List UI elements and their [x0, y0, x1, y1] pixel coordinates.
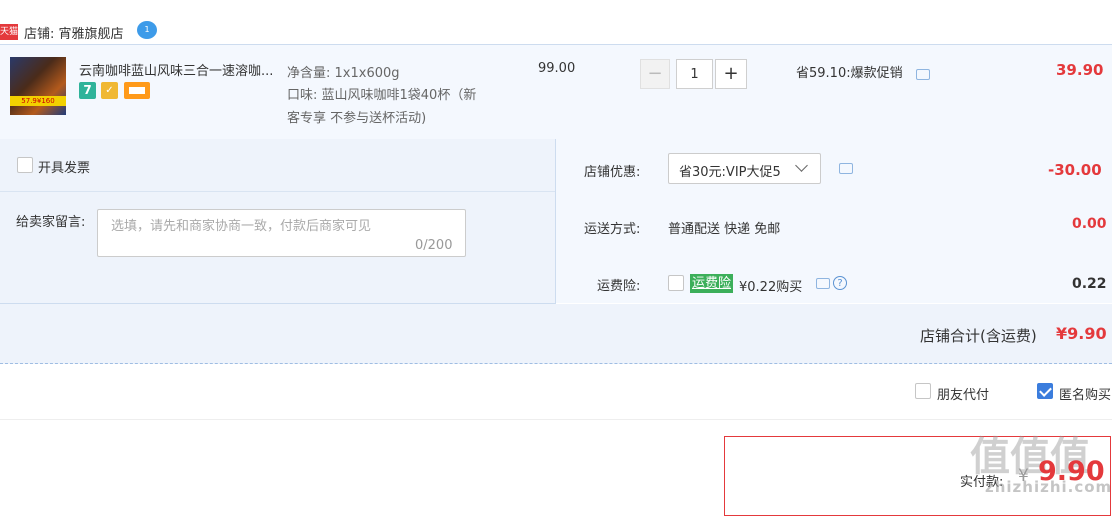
- memo-char-counter: 0/200: [415, 238, 453, 253]
- credit-card-icon: [124, 82, 150, 99]
- shop-coupon-value: -30.00: [1048, 161, 1102, 179]
- shipping-label: 运送方式:: [584, 222, 641, 237]
- promotion-text: 省59.10:爆款促销: [796, 66, 903, 81]
- seller-memo-placeholder: 选填，请先和商家协商一致，付款后商家可见: [111, 219, 372, 234]
- coupon-comment-icon[interactable]: [839, 163, 853, 174]
- shipping-method: 普通配送 快递 免邮: [668, 222, 781, 237]
- friend-pay-checkbox[interactable]: [915, 383, 931, 399]
- sku-flavor-line1: 口味: 蓝山风味咖啡1袋40杯（新: [287, 88, 477, 103]
- shop-coupon-label: 店铺优惠:: [584, 165, 641, 180]
- product-title-link[interactable]: 云南咖啡蓝山风味三合一速溶咖...: [79, 60, 281, 79]
- product-thumbnail[interactable]: [10, 57, 66, 115]
- watermark-url: zhizhizhi.com: [985, 478, 1113, 496]
- anonymous-label[interactable]: 匿名购买: [1059, 384, 1112, 403]
- divider: [0, 191, 555, 192]
- thumbnail-price-badge: 57.9¥160: [10, 96, 66, 106]
- shop-total-label: 店铺合计(含运费): [920, 327, 1037, 345]
- shop-coupon-selected[interactable]: 省30元:VIP大促5: [679, 161, 781, 180]
- insurance-price: ¥0.22购买: [739, 280, 803, 295]
- anonymous-checkbox[interactable]: [1037, 383, 1053, 399]
- invoice-checkbox[interactable]: [17, 157, 33, 173]
- tmall-logo: 天猫: [0, 24, 18, 40]
- unit-price: 99.00: [538, 61, 576, 76]
- insurance-badge[interactable]: 运费险: [690, 274, 734, 293]
- guarantee-icon: ✓: [101, 82, 118, 99]
- promo-comment-icon[interactable]: [916, 69, 930, 80]
- help-icon[interactable]: ?: [833, 276, 847, 290]
- quantity-input[interactable]: [676, 59, 713, 89]
- insurance-comment-icon[interactable]: [816, 278, 830, 289]
- insurance-fee: 0.22: [1072, 276, 1107, 292]
- shop-total-value: ¥9.90: [1056, 324, 1107, 343]
- insurance-label: 运费险:: [597, 279, 641, 294]
- seller-memo-label: 给卖家留言:: [16, 215, 86, 230]
- invoice-label[interactable]: 开具发票: [38, 157, 90, 176]
- seven-day-return-icon: 7: [79, 82, 96, 99]
- chat-bubble-icon[interactable]: 1: [137, 21, 157, 39]
- sku-flavor-line2: 客专享 不参与送杯活动): [287, 111, 427, 126]
- quantity-decrease-button[interactable]: −: [640, 59, 670, 89]
- shop-header: [0, 0, 1120, 44]
- sku-weight: 净含量: 1x1x600g: [287, 66, 400, 81]
- insurance-checkbox[interactable]: [668, 275, 684, 291]
- friend-pay-label[interactable]: 朋友代付: [937, 384, 989, 403]
- shipping-fee: 0.00: [1072, 216, 1107, 232]
- shop-name-link[interactable]: 店铺: 宵雅旗舰店: [24, 23, 124, 42]
- cart-item-row: [0, 44, 1112, 140]
- item-subtotal: 39.90: [1056, 61, 1104, 79]
- quantity-increase-button[interactable]: +: [715, 59, 747, 89]
